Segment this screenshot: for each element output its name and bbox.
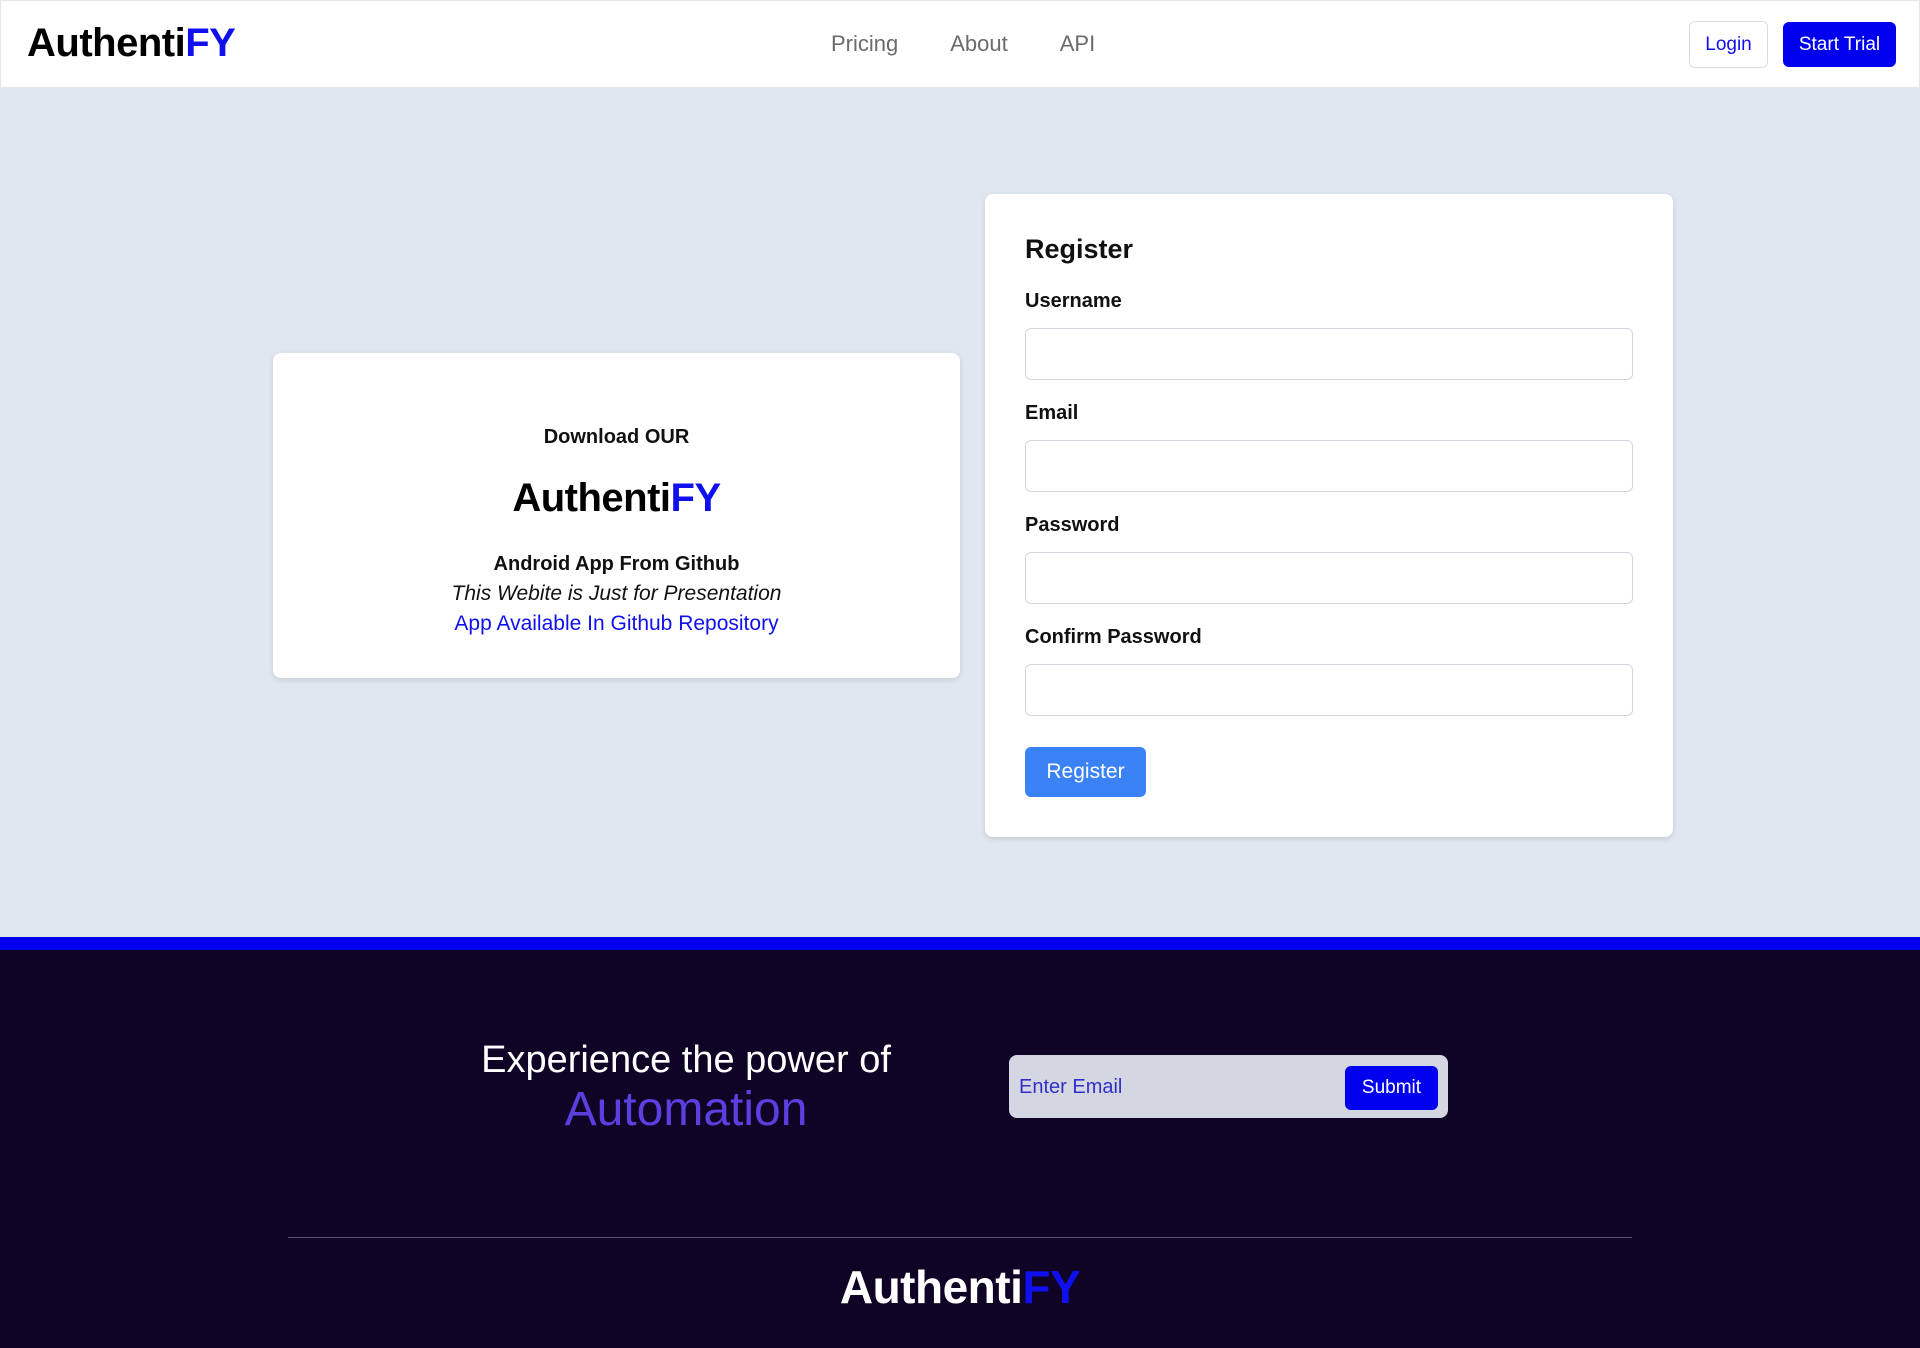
start-trial-button[interactable]: Start Trial <box>1783 22 1896 67</box>
footer-brand-accent: FY <box>1022 1261 1081 1313</box>
download-card-brand-accent: FY <box>670 476 722 520</box>
confirm-password-label: Confirm Password <box>1025 626 1202 648</box>
register-button[interactable]: Register <box>1025 747 1146 797</box>
footer-divider <box>288 1237 1632 1238</box>
newsletter-form: Submit <box>1009 1055 1448 1118</box>
newsletter-email-input[interactable] <box>1019 1067 1329 1107</box>
nav-link-api[interactable]: API <box>1060 29 1095 59</box>
register-form-title: Register <box>1025 234 1134 264</box>
footer-brand-logo[interactable]: AuthentiFY <box>0 1260 1920 1314</box>
top-navbar: AuthentiFY Pricing About API Login Start… <box>0 0 1920 88</box>
newsletter-submit-button[interactable]: Submit <box>1345 1066 1438 1110</box>
username-input[interactable] <box>1025 328 1633 380</box>
footer-brand-main: Authenti <box>839 1261 1023 1313</box>
download-card-title: Download OUR <box>543 426 690 448</box>
download-card-brand-main: Authenti <box>512 476 671 520</box>
register-form-card: Register Username Email Password Confirm… <box>985 194 1673 837</box>
footer-accent-bar <box>0 937 1920 950</box>
nav-link-pricing[interactable]: Pricing <box>831 29 898 59</box>
download-card-note: This Webite is Just for Presentation <box>451 582 782 605</box>
footer-cta-heading: Experience the power of <box>481 1039 891 1081</box>
username-label: Username <box>1025 290 1122 312</box>
brand-logo-main: Authenti <box>27 21 186 65</box>
brand-logo[interactable]: AuthentiFY <box>27 19 236 67</box>
main-nav: Pricing About API <box>831 29 1095 59</box>
login-button[interactable]: Login <box>1689 21 1768 68</box>
download-card-brand: AuthentiFY <box>273 476 960 521</box>
confirm-password-input[interactable] <box>1025 664 1633 716</box>
footer-cta-highlight: Automation <box>564 1083 808 1136</box>
brand-logo-accent: FY <box>185 21 236 65</box>
download-app-card: Download OUR AuthentiFY Android App From… <box>273 353 960 678</box>
password-label: Password <box>1025 514 1120 536</box>
site-footer: Experience the power of Automation Submi… <box>0 950 1920 1348</box>
email-input[interactable] <box>1025 440 1633 492</box>
github-repository-link[interactable]: App Available In Github Repository <box>273 612 960 636</box>
email-label: Email <box>1025 402 1079 424</box>
nav-link-about[interactable]: About <box>950 29 1008 59</box>
password-input[interactable] <box>1025 552 1633 604</box>
download-card-subtitle: Android App From Github <box>493 553 740 575</box>
